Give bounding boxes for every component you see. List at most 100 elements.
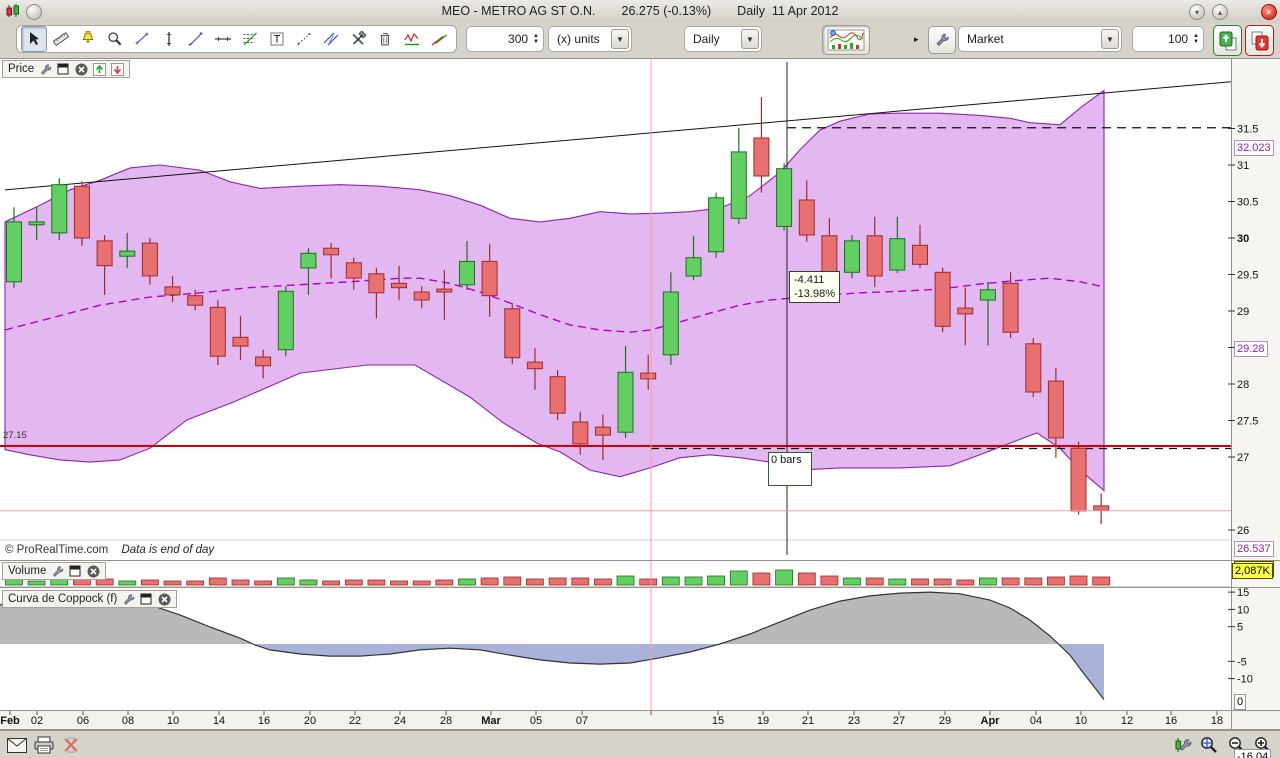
volume-bar[interactable] <box>889 579 906 585</box>
volume-bar[interactable] <box>776 570 793 585</box>
candle-body[interactable] <box>1026 344 1041 392</box>
volume-bar[interactable] <box>866 578 883 585</box>
volume-bar[interactable] <box>730 571 747 585</box>
candle-body[interactable] <box>777 169 792 227</box>
candle-body[interactable] <box>301 253 316 268</box>
volume-bar[interactable] <box>1093 577 1110 585</box>
candle-body[interactable] <box>890 239 905 270</box>
candle-body[interactable] <box>142 243 157 276</box>
pane-settings-wrench-icon[interactable] <box>38 62 52 76</box>
pane-move-up-icon[interactable] <box>92 62 106 76</box>
candle-body[interactable] <box>913 245 928 264</box>
volume-bar[interactable] <box>209 578 226 585</box>
zoom-fit-button[interactable] <box>1198 734 1220 756</box>
volume-bar[interactable] <box>957 580 974 585</box>
price-chart-canvas[interactable]: 31.53130.53029.52928.52827.5272615105-5-… <box>0 58 1280 730</box>
candle-body[interactable] <box>958 308 973 314</box>
candle-body[interactable] <box>527 362 542 369</box>
volume-bar[interactable] <box>481 578 498 585</box>
candle-body[interactable] <box>392 283 407 287</box>
volume-bar[interactable] <box>300 580 317 585</box>
pane-settings-wrench-icon[interactable] <box>121 592 135 606</box>
candle-body[interactable] <box>799 200 814 235</box>
channel-tool-button[interactable] <box>426 26 452 52</box>
candle-body[interactable] <box>1094 506 1109 510</box>
candle-body[interactable] <box>845 241 860 272</box>
candle-body[interactable] <box>505 309 520 358</box>
candle-body[interactable] <box>686 258 701 276</box>
candle-body[interactable] <box>120 251 135 256</box>
timeframe-dropdown[interactable]: Daily ▼ <box>684 26 762 52</box>
pane-detach-window-icon[interactable] <box>139 592 153 606</box>
volume-bar[interactable] <box>685 577 702 585</box>
chart-display-settings-button[interactable] <box>1172 734 1194 756</box>
volume-bar[interactable] <box>1047 577 1064 585</box>
pane-close-icon[interactable] <box>157 592 171 606</box>
bars-count-spinner[interactable]: 300 ▲▼ <box>466 26 544 52</box>
volume-bar[interactable] <box>255 581 272 585</box>
candle-body[interactable] <box>233 337 248 346</box>
collapse-up-button[interactable]: ▴ <box>1212 4 1228 20</box>
volume-bar[interactable] <box>277 578 294 585</box>
volume-bar[interactable] <box>459 579 476 585</box>
volume-bar[interactable] <box>504 577 521 585</box>
volume-bar[interactable] <box>526 579 543 585</box>
volume-bar[interactable] <box>28 581 45 585</box>
candle-body[interactable] <box>754 138 769 176</box>
candle-body[interactable] <box>980 290 995 300</box>
volume-bar[interactable] <box>164 581 181 585</box>
volume-bar[interactable] <box>979 578 996 585</box>
candle-body[interactable] <box>74 186 89 238</box>
quantity-spinner[interactable]: 100 ▲▼ <box>1132 26 1204 52</box>
volume-bar[interactable] <box>436 580 453 585</box>
candle-body[interactable] <box>731 152 746 218</box>
pane-close-icon[interactable] <box>86 564 100 578</box>
trend-line-tool-button[interactable] <box>183 26 209 52</box>
candle-body[interactable] <box>618 372 633 432</box>
parallel-lines-tool-button[interactable] <box>318 26 344 52</box>
volume-bar[interactable] <box>549 578 566 585</box>
candle-body[interactable] <box>550 377 565 414</box>
candle-body[interactable] <box>1003 283 1018 332</box>
pane-close-icon[interactable] <box>74 62 88 76</box>
candle-body[interactable] <box>210 307 225 356</box>
vertical-line-tool-button[interactable] <box>156 26 182 52</box>
candle-body[interactable] <box>414 292 429 300</box>
volume-bar[interactable] <box>753 573 770 585</box>
units-dropdown[interactable]: (x) units ▼ <box>548 26 632 52</box>
volume-bar[interactable] <box>391 581 408 585</box>
candle-body[interactable] <box>482 261 497 295</box>
candle-body[interactable] <box>709 198 724 252</box>
candle-body[interactable] <box>278 291 293 349</box>
email-chart-button[interactable] <box>6 734 28 756</box>
candle-body[interactable] <box>369 274 384 293</box>
volume-bar[interactable] <box>798 573 815 585</box>
pane-settings-wrench-icon[interactable] <box>50 564 64 578</box>
volume-bar[interactable] <box>821 576 838 585</box>
candle-body[interactable] <box>324 248 339 255</box>
volume-bar[interactable] <box>119 581 136 585</box>
candle-body[interactable] <box>97 241 112 266</box>
delete-drawings-tool-button[interactable] <box>372 26 398 52</box>
volume-bar[interactable] <box>141 580 158 585</box>
horizontal-line-tool-button[interactable] <box>210 26 236 52</box>
volume-bar[interactable] <box>345 580 362 585</box>
print-chart-button[interactable] <box>33 734 55 756</box>
volume-bar[interactable] <box>368 580 385 585</box>
candle-body[interactable] <box>641 373 656 379</box>
candle-body[interactable] <box>188 296 203 306</box>
candle-body[interactable] <box>822 236 837 276</box>
volume-bar[interactable] <box>413 581 430 585</box>
candle-body[interactable] <box>437 289 452 292</box>
chart-style-button[interactable] <box>822 25 870 55</box>
candle-body[interactable] <box>663 292 678 355</box>
candle-body[interactable] <box>1048 381 1063 438</box>
bars-count-annotation[interactable]: 0 bars <box>768 452 812 486</box>
text-tool-button[interactable]: T <box>264 26 290 52</box>
realtime-disabled-icon[interactable] <box>60 734 82 756</box>
volume-bar[interactable] <box>708 576 725 585</box>
measure-annotation[interactable]: -4.411 -13.98% <box>789 271 840 303</box>
extended-line-tool-button[interactable] <box>291 26 317 52</box>
ruler-tool-button[interactable] <box>48 26 74 52</box>
candle-body[interactable] <box>573 422 588 444</box>
